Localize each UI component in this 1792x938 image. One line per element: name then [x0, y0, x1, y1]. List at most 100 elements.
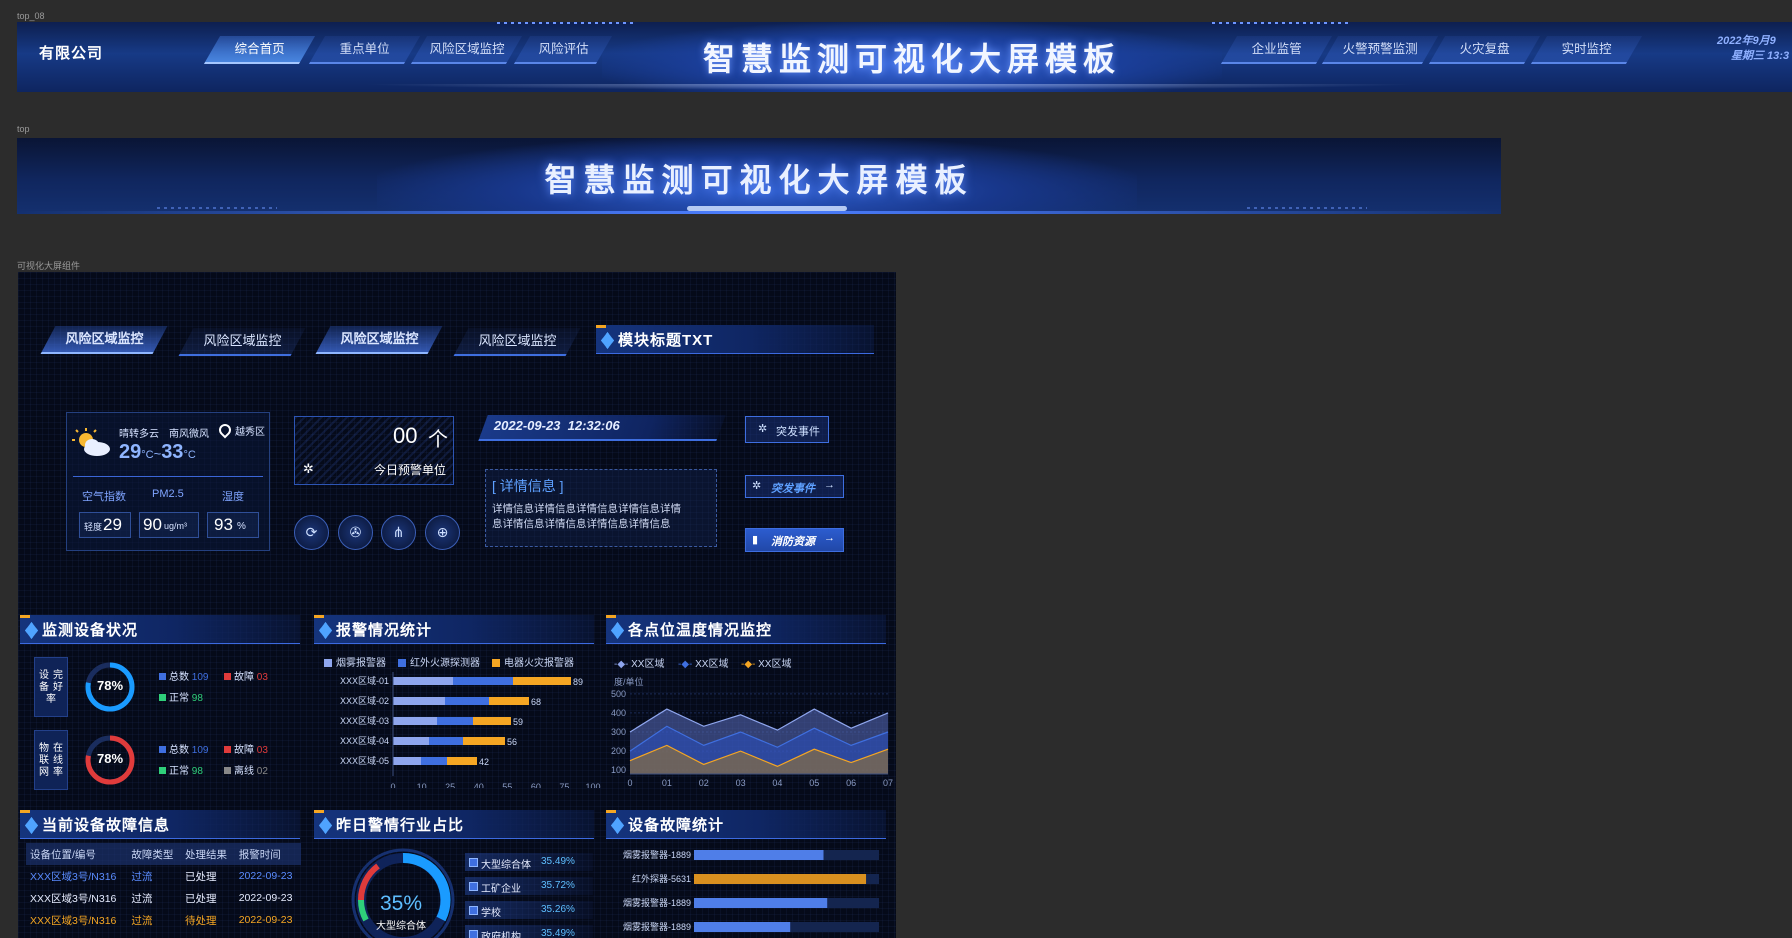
nav-item-fire-warning[interactable]: 火警预警监测 [1321, 36, 1439, 64]
panel-title-device: 监测设备状况 [20, 615, 300, 644]
banner-edge-line [17, 211, 1501, 214]
x-tick-label: 10 [417, 782, 427, 788]
alarm-icon: ✲ [758, 423, 768, 435]
tab-risk-area-3[interactable]: 风险区域监控 [315, 326, 443, 354]
refresh-icon[interactable]: ⟳ [294, 515, 329, 550]
temp-unit: °C [183, 449, 196, 461]
temp-high: 33 [161, 441, 184, 463]
stat-value: 02 [256, 766, 268, 777]
pm25-value: 90 [143, 515, 162, 534]
bar [694, 898, 828, 908]
warning-count-card: 00 个 ✲ 今日预警单位 [294, 416, 454, 485]
legend-item: -◆- XX区域 [678, 655, 728, 670]
title-accent [596, 325, 606, 328]
fault-table: 设备位置/编号 故障类型 处理结果 报警时间 XXX区域3号/N316 过流 已处理… [26, 843, 301, 931]
ring-percent: 78% [96, 678, 124, 693]
header-banner-top: 智慧监测可视化大屏模板 [17, 138, 1501, 214]
fire-resource-button[interactable]: ▮ 消防资源 → [745, 528, 844, 552]
y-tick-label: 100 [611, 765, 626, 775]
table-cell: 已处理 [185, 870, 217, 883]
category-label: 烟雾报警器-1889 [623, 921, 691, 932]
button-label: 突发事件 [776, 426, 820, 438]
stat-label: 正常 [169, 693, 192, 704]
legend-item: 电器火灾报警器 [492, 654, 574, 669]
title-accent [606, 810, 616, 813]
table-row[interactable]: XXX区域3号/N316 过流 已处理 2022-09-23 [26, 865, 301, 887]
bar-segment [393, 717, 437, 725]
stat-fault: 故障 03 [224, 741, 268, 756]
nav-item-fire-replay[interactable]: 火灾复盘 [1428, 36, 1541, 64]
category-label: XXX区域-01 [340, 675, 389, 686]
warning-count: 00 [393, 423, 418, 448]
pm25-unit: ug/m³ [164, 521, 188, 531]
x-tick-label: 0 [627, 778, 632, 788]
emergency-event-button[interactable]: ✲ 突发事件 [745, 416, 829, 443]
legend-swatch [492, 659, 500, 667]
bar-segment [463, 737, 505, 745]
detail-line: 详情信息详情信息详情信息详情信息详情 [492, 503, 681, 515]
bar [694, 922, 791, 932]
table-cell: 过流 [131, 892, 153, 905]
bar-segment [445, 697, 489, 705]
legend-item: 烟雾报警器 [324, 654, 386, 669]
stat-total: 总数 109 [159, 668, 208, 683]
aqi-label: 空气指数 [82, 491, 126, 503]
weather-card: 晴转多云 南风微风 越秀区 29°C~33°C 空气指数 PM2.5 湿度 轻度… [66, 412, 270, 551]
extinguisher-icon: ▮ [752, 534, 759, 546]
industry-pct: 35.49% [541, 856, 575, 867]
panel-title-fault-stat: 设备故障统计 [606, 810, 886, 839]
legend-label: XX区域 [631, 659, 665, 670]
tag-char: 率 [53, 766, 63, 778]
industry-swatch [469, 930, 478, 938]
industry-swatch [469, 858, 478, 867]
nav-item-key-units[interactable]: 重点单位 [308, 36, 421, 64]
stat-fault: 故障 03 [224, 668, 268, 683]
legend-label: XX区域 [695, 659, 729, 670]
artboard-label-components: 可视化大屏组件 [17, 261, 81, 271]
tab-risk-area-4[interactable]: 风险区域监控 [453, 328, 581, 356]
module-title: 模块标题TXT [618, 332, 714, 349]
table-cell: 待处理 [185, 914, 217, 927]
bar-segment [437, 717, 473, 725]
table-row[interactable]: XXX区域3号/N316 过流 已处理 2022-09-23 [26, 887, 301, 909]
bar-total-label: 42 [479, 757, 489, 767]
banner-title: 智慧监测可视化大屏模板 [544, 162, 974, 198]
temp-unit: °C [141, 449, 154, 461]
legend-marker: -◆- [678, 659, 696, 670]
nav-item-risk-area[interactable]: 风险区域监控 [410, 36, 523, 64]
stat-label: 故障 [234, 672, 257, 683]
industry-item: 工矿企业 35.72% [465, 877, 593, 895]
table-cell: 2022-09-23 [238, 892, 293, 904]
nav-item-home[interactable]: 综合首页 [203, 36, 316, 64]
nav-item-risk-eval[interactable]: 风险评估 [513, 36, 613, 64]
stat-value: 03 [256, 672, 268, 683]
y-tick-label: 300 [611, 727, 626, 737]
globe-icon[interactable]: ⊕ [425, 515, 460, 550]
table-row[interactable]: XXX区域3号/N316 过流 待处理 2022-09-23 [26, 909, 301, 931]
weather-wind: 南风微风 [169, 429, 209, 440]
arrow-right-icon: → [824, 532, 835, 544]
stat-normal: 正常 98 [159, 762, 203, 777]
tab-risk-area-2[interactable]: 风险区域监控 [178, 328, 306, 356]
tab-risk-area-1[interactable]: 风险区域监控 [40, 326, 168, 354]
diamond-icon [611, 817, 624, 834]
panel-title: 各点位温度情况监控 [628, 622, 773, 639]
stat-label: 总数 [169, 745, 192, 756]
humidity-label: 湿度 [222, 491, 244, 503]
stat-swatch [224, 767, 231, 774]
nav-item-realtime[interactable]: 实时监控 [1530, 36, 1643, 64]
title-accent [20, 615, 30, 618]
datetime: 2022-09-23 12:32:06 [493, 418, 620, 433]
temperature-area-chart: 500 400 300 200 1000 01 02 03 04 05 06 07 [611, 689, 893, 788]
hydrant-icon[interactable]: ⋔ [381, 515, 416, 550]
emergency-event-link-button[interactable]: ✲ 突发事件 → [745, 475, 844, 498]
warning-unit: 个 [428, 429, 448, 451]
deco-dash [157, 207, 277, 209]
banner-title: 智慧监测可视化大屏模板 [702, 41, 1121, 77]
industry-name: 大型综合体 [481, 860, 531, 871]
y-tick-label: 500 [611, 689, 626, 699]
col-header: 设备位置/编号 [26, 843, 128, 865]
fault-stat-bar-chart: 烟雾报警器-1889 红外探器-5631 烟雾报警器-1889 烟雾报警器-1889 [623, 849, 879, 932]
nav-item-enterprise[interactable]: 企业监管 [1220, 36, 1333, 64]
fan-icon[interactable]: ✇ [338, 515, 373, 550]
